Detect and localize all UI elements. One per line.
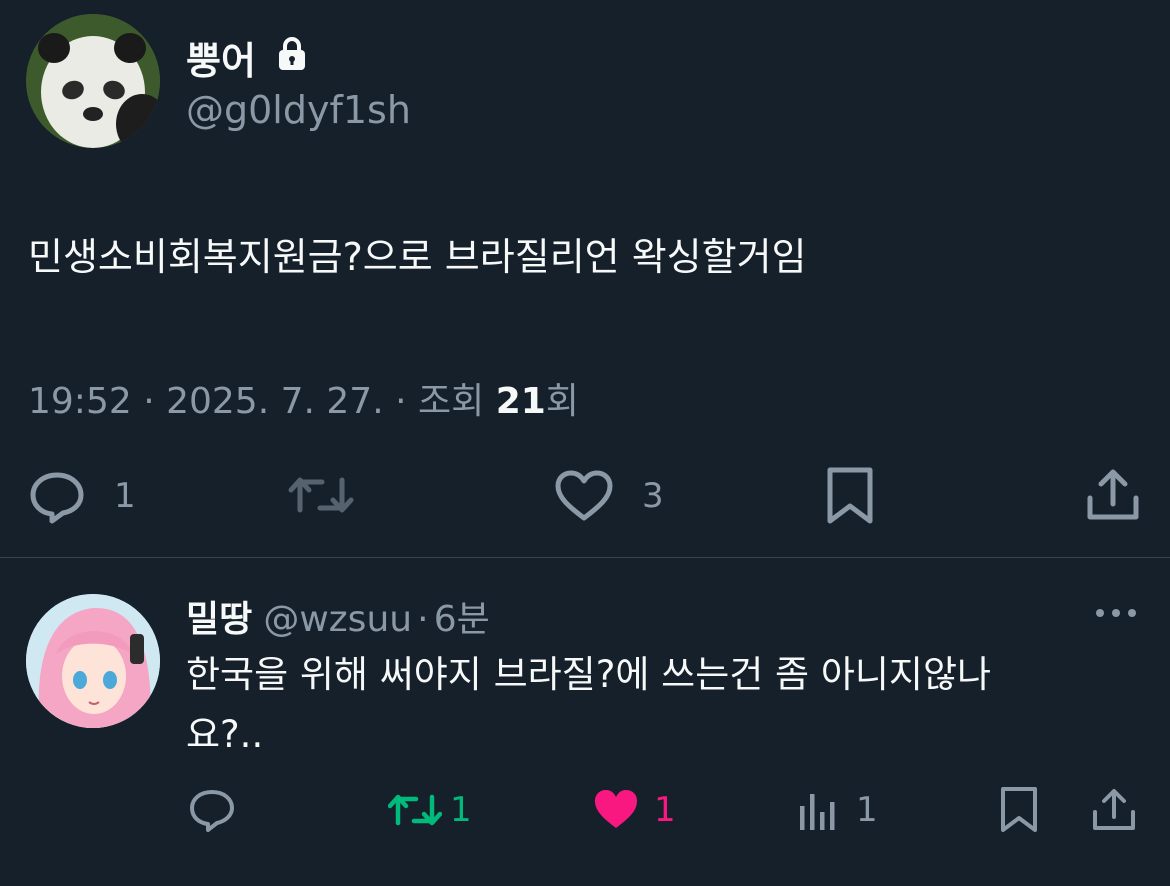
- divider: [0, 557, 1170, 558]
- reply-count: 1: [114, 476, 136, 516]
- reply-like-count: 1: [654, 790, 676, 830]
- reply-icon[interactable]: [28, 470, 86, 524]
- share-icon[interactable]: [1092, 788, 1136, 832]
- reply-icon[interactable]: [188, 788, 236, 834]
- meta-separator: ·: [417, 599, 429, 640]
- reply-retweet-count: 1: [450, 790, 472, 830]
- retweet-icon[interactable]: [288, 472, 354, 518]
- views-unit: 회: [545, 381, 579, 422]
- author-display-name[interactable]: 뿡어: [186, 30, 256, 85]
- more-icon[interactable]: [1094, 606, 1138, 620]
- retweet-icon[interactable]: [388, 790, 442, 830]
- reply-header: 밀땅 @wzsuu · 6분: [186, 590, 490, 642]
- author-handle[interactable]: @g0ldyf1sh: [186, 88, 411, 132]
- tweet-time[interactable]: 19:52: [28, 381, 132, 422]
- views-icon[interactable]: [798, 792, 838, 832]
- bookmark-icon[interactable]: [826, 466, 874, 526]
- author-avatar[interactable]: [26, 14, 160, 148]
- views-count: 21: [495, 381, 546, 422]
- reply-text-line: 한국을 위해 써야지 브라질?에 쓰는건 좀 아니지않나: [186, 653, 992, 696]
- reply-author-avatar[interactable]: [26, 594, 160, 728]
- tweet-meta: 19:52 · 2025. 7. 27. · 조회 21회: [28, 372, 579, 424]
- reply-display-name[interactable]: 밀땅: [186, 599, 252, 640]
- reply-handle[interactable]: @wzsuu: [263, 599, 412, 640]
- tweet-text: 민생소비회복지원금?으로 브라질리언 왁싱할거임: [28, 235, 807, 279]
- reply-text-line: 요?..: [186, 713, 264, 756]
- reply-views-count: 1: [856, 790, 878, 830]
- lock-icon: [276, 36, 308, 72]
- share-icon[interactable]: [1086, 468, 1140, 522]
- bookmark-icon[interactable]: [1000, 786, 1038, 834]
- heart-icon[interactable]: [554, 470, 614, 524]
- reply-time[interactable]: 6분: [434, 599, 490, 640]
- like-count: 3: [642, 476, 664, 516]
- meta-separator: ·: [143, 381, 167, 422]
- meta-separator: ·: [395, 381, 418, 422]
- heart-icon[interactable]: [592, 788, 640, 832]
- views-label: 조회: [417, 381, 485, 422]
- tweet-date[interactable]: 2025. 7. 27.: [166, 381, 384, 422]
